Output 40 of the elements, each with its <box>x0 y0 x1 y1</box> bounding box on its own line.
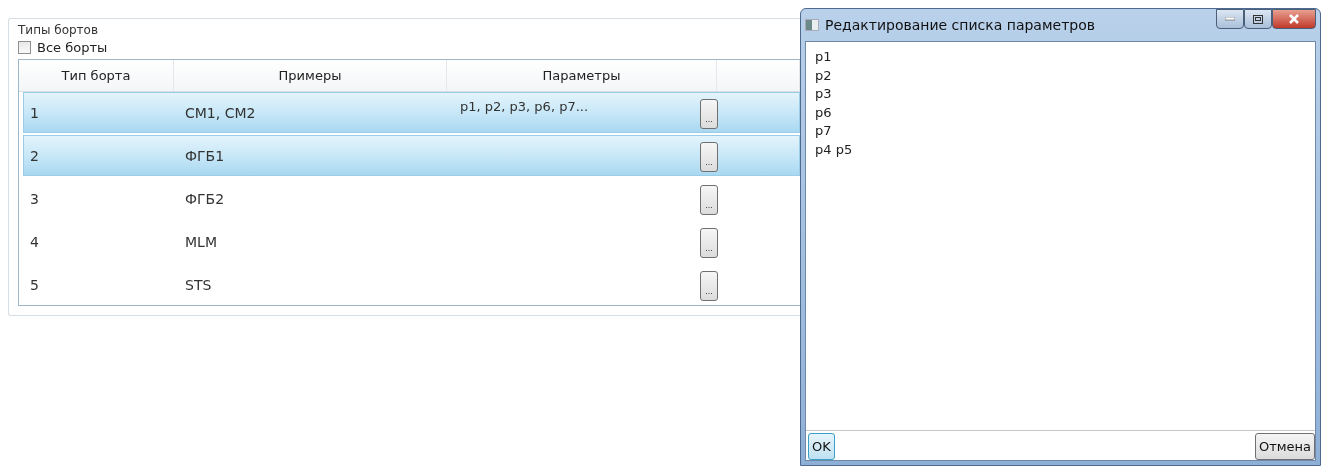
text-line: p7 <box>815 122 833 140</box>
close-button[interactable] <box>1272 9 1316 29</box>
table-cell-text: 1 <box>29 103 40 123</box>
table-row[interactable]: 1 СМ1, СМ2 p1, p2, p3, p6, p7... ... <box>23 92 800 133</box>
checkbox-label: Все борты <box>37 40 108 55</box>
table-cell: p1, p2, p3, p6, p7... <box>460 99 589 114</box>
checkbox[interactable] <box>18 41 31 54</box>
app-icon <box>805 19 819 31</box>
edit-button[interactable]: ... <box>700 99 718 129</box>
table-cell-text: ФГБ1 <box>184 146 226 166</box>
edit-button[interactable]: ... <box>700 228 718 258</box>
cancel-button[interactable]: Отмена <box>1254 433 1315 460</box>
text-line: p3 <box>815 85 833 103</box>
edit-button[interactable]: ... <box>700 185 718 215</box>
table-cell-text: 2 <box>29 146 40 166</box>
text-line: p4 p5 <box>815 140 854 159</box>
column-header[interactable]: Тип борта <box>19 60 174 91</box>
minimize-icon <box>1225 17 1235 21</box>
table-cell-text: 4 <box>29 232 40 252</box>
edit-button[interactable]: ... <box>700 142 718 172</box>
maximize-icon <box>1253 14 1263 24</box>
maximize-button[interactable] <box>1244 9 1272 29</box>
table-cell-text: STS <box>184 275 213 295</box>
table-cell-text: ФГБ2 <box>184 189 226 209</box>
table-row[interactable]: 2 ФГБ1 ... <box>23 135 800 176</box>
minimize-button[interactable] <box>1216 9 1244 29</box>
table-cell-text: 3 <box>29 189 40 209</box>
close-icon <box>1289 14 1299 24</box>
table-cell-text: СМ1, СМ2 <box>184 103 257 123</box>
table-cell-text: MLM <box>184 232 218 252</box>
table-cell-text: 5 <box>29 275 40 295</box>
text-line: p2 <box>815 66 833 85</box>
text-area[interactable]: p1 p2 p3 p6 p7 p4 p5 <box>806 42 1315 431</box>
edit-button[interactable]: ... <box>700 271 718 301</box>
text-line: p6 <box>815 103 833 122</box>
text-line: p1 <box>815 48 833 66</box>
column-header[interactable]: Примеры <box>174 60 447 91</box>
window-title: Редактирование списка параметров <box>825 17 1096 33</box>
ok-button[interactable]: OK <box>808 433 835 460</box>
column-header[interactable]: Параметры <box>447 60 717 91</box>
